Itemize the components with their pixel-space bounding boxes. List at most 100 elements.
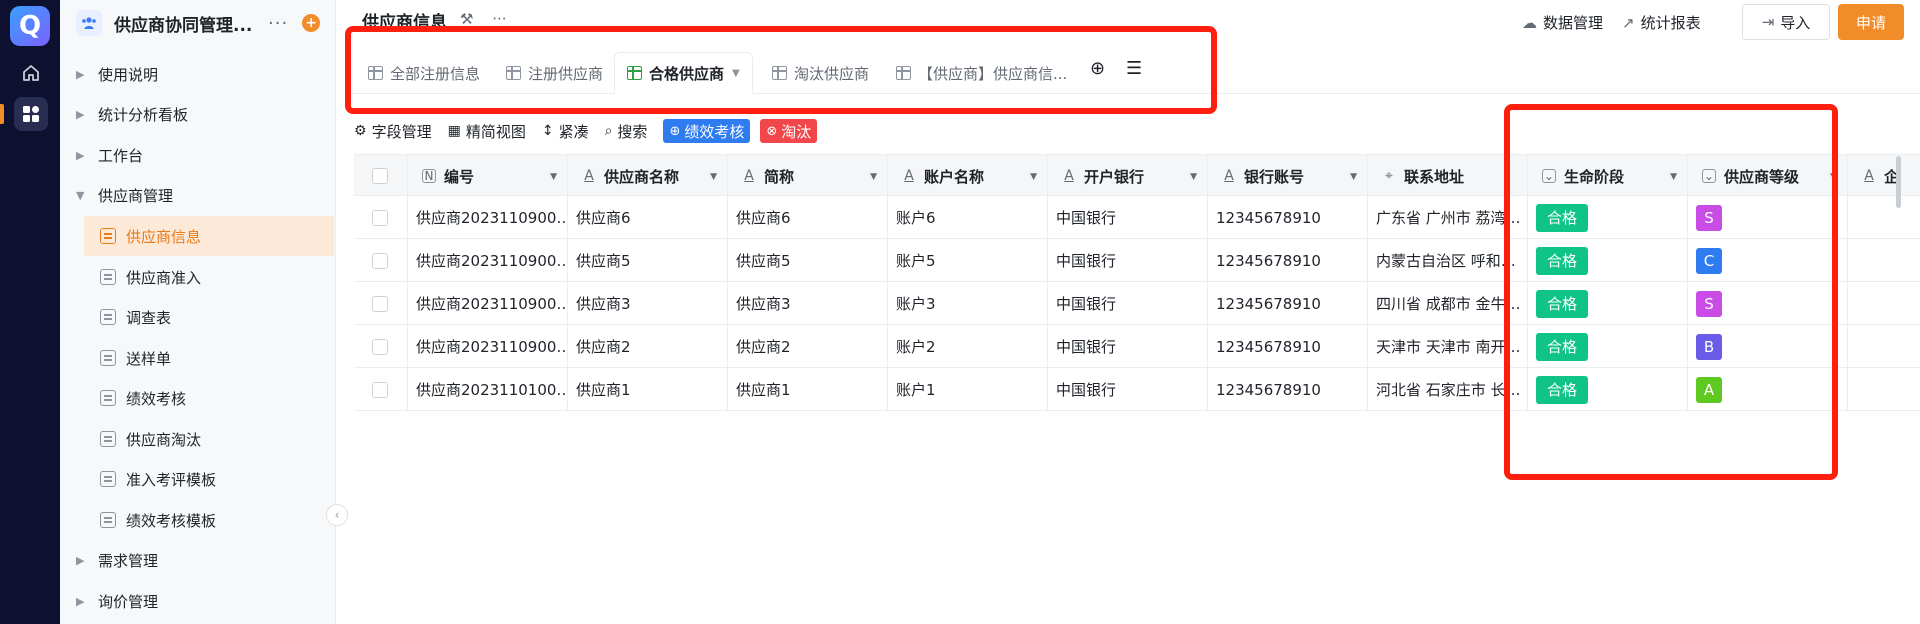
cell-bank[interactable]: 中国银行 — [1048, 239, 1208, 282]
sidebar-item-demand-mgmt[interactable]: ▶ 需求管理 — [76, 544, 324, 576]
select-all-checkbox[interactable] — [372, 168, 388, 184]
caret-down-icon[interactable]: ▼ — [1030, 172, 1037, 182]
cell-address[interactable]: 内蒙古自治区 呼和… — [1368, 239, 1528, 282]
cell-supplier-name[interactable]: 供应商6 — [568, 196, 728, 239]
cell-enterprise[interactable] — [1848, 196, 1920, 239]
cell-bank-account[interactable]: 12345678910 — [1208, 325, 1368, 368]
eliminate-button[interactable]: ⊗ 淘汰 — [760, 119, 818, 143]
chevron-down-icon[interactable]: ▼ — [732, 68, 740, 79]
statistics-report-link[interactable]: ↗ 统计报表 — [1622, 12, 1701, 33]
row-checkbox[interactable] — [372, 295, 388, 312]
search-button[interactable]: ⌕ 搜索 — [605, 121, 648, 142]
cell-supplier-grade[interactable]: S — [1688, 196, 1848, 239]
sidebar-subitem-admission-template[interactable]: 准入考评模板 — [84, 459, 334, 499]
vertical-scrollbar[interactable] — [1896, 156, 1901, 208]
sidebar-item-instructions[interactable]: ▶ 使用说明 — [76, 58, 324, 90]
sidebar-item-supplier-mgmt[interactable]: ▼ 供应商管理 — [76, 179, 324, 211]
column-header-enterprise[interactable]: A 企 — [1848, 155, 1920, 197]
apply-button[interactable]: 申请 — [1838, 4, 1904, 40]
sidebar-item-inquiry-mgmt[interactable]: ▶ 询价管理 — [76, 585, 324, 617]
cell-address[interactable]: 广东省 广州市 荔湾… — [1368, 196, 1528, 239]
column-header-address[interactable]: ⌖ 联系地址 — [1368, 155, 1528, 197]
column-header-supplier-name[interactable]: A 供应商名称 ▼ — [568, 155, 728, 197]
cell-bank-account[interactable]: 12345678910 — [1208, 196, 1368, 239]
cell-enterprise[interactable] — [1848, 368, 1920, 411]
tab-eliminated-suppliers[interactable]: 淘汰供应商 — [760, 52, 881, 94]
caret-down-icon[interactable]: ▼ — [1830, 172, 1837, 182]
sidebar-subitem-supplier-info[interactable]: 供应商信息 — [84, 216, 334, 256]
sidebar-subitem-survey[interactable]: 调查表 — [84, 297, 334, 337]
caret-down-icon[interactable]: ▼ — [550, 172, 557, 182]
cell-address[interactable]: 四川省 成都市 金牛… — [1368, 282, 1528, 325]
cell-bank-account[interactable]: 12345678910 — [1208, 282, 1368, 325]
tab-registered-suppliers[interactable]: 注册供应商 — [494, 52, 615, 94]
tab-qualified-suppliers[interactable]: 合格供应商 ▼ — [614, 52, 753, 94]
cell-id[interactable]: 供应商2023110900… — [408, 325, 568, 368]
cell-supplier-grade[interactable]: C — [1688, 239, 1848, 282]
cell-short-name[interactable]: 供应商3 — [728, 282, 888, 325]
cell-account-name[interactable]: 账户5 — [888, 239, 1048, 282]
sidebar-item-dashboard[interactable]: ▶ 统计分析看板 — [76, 98, 324, 130]
cell-enterprise[interactable] — [1848, 325, 1920, 368]
add-view-icon[interactable]: ⊕ — [1090, 58, 1105, 79]
cell-enterprise[interactable] — [1848, 282, 1920, 325]
table-row[interactable]: 供应商2023110900… 供应商2 供应商2 账户2 中国银行 12345678910… — [354, 325, 1920, 368]
cell-account-name[interactable]: 账户3 — [888, 282, 1048, 325]
cell-supplier-grade[interactable]: S — [1688, 282, 1848, 325]
table-row[interactable]: 供应商2023110900… 供应商5 供应商5 账户5 中国银行 12345678910… — [354, 239, 1920, 282]
column-header-supplier-grade[interactable]: ⌄ 供应商等级 ▼ — [1688, 155, 1848, 197]
cell-account-name[interactable]: 账户2 — [888, 325, 1048, 368]
cell-enterprise[interactable] — [1848, 239, 1920, 282]
cell-supplier-name[interactable]: 供应商2 — [568, 325, 728, 368]
sidebar-subitem-supplier-elimination[interactable]: 供应商淘汰 — [84, 419, 334, 459]
caret-down-icon[interactable]: ▼ — [1350, 172, 1357, 182]
sidebar-subitem-perf-template[interactable]: 绩效考核模板 — [84, 500, 334, 540]
cell-life-stage[interactable]: 合格 — [1528, 325, 1688, 368]
tab-all-registrations[interactable]: 全部注册信息 — [356, 52, 492, 94]
column-header-id[interactable]: N 编号 ▼ — [408, 155, 568, 197]
collapse-sidebar-icon[interactable]: ‹ — [326, 504, 348, 526]
caret-down-icon[interactable]: ▼ — [870, 172, 877, 182]
performance-review-button[interactable]: ⊕ 绩效考核 — [663, 119, 751, 143]
caret-down-icon[interactable]: ▼ — [710, 172, 717, 182]
field-management-button[interactable]: ⚙ 字段管理 — [354, 121, 432, 142]
apps-grid-icon[interactable] — [14, 97, 48, 131]
compact-button[interactable]: ↕ 紧凑 — [542, 121, 589, 142]
cell-account-name[interactable]: 账户6 — [888, 196, 1048, 239]
sidebar-subitem-supplier-admission[interactable]: 供应商准入 — [84, 257, 334, 297]
row-checkbox[interactable] — [372, 381, 388, 398]
cell-life-stage[interactable]: 合格 — [1528, 368, 1688, 411]
import-button[interactable]: ⇥ 导入 — [1742, 4, 1830, 40]
cell-supplier-name[interactable]: 供应商5 — [568, 239, 728, 282]
table-row[interactable]: 供应商2023110900… 供应商6 供应商6 账户6 中国银行 12345678910… — [354, 196, 1920, 239]
cell-bank-account[interactable]: 12345678910 — [1208, 239, 1368, 282]
cell-id[interactable]: 供应商2023110900… — [408, 239, 568, 282]
cell-life-stage[interactable]: 合格 — [1528, 282, 1688, 325]
table-row[interactable]: 供应商2023110100… 供应商1 供应商1 账户1 中国银行 12345678910… — [354, 368, 1920, 411]
cell-short-name[interactable]: 供应商6 — [728, 196, 888, 239]
column-header-account-name[interactable]: A 账户名称 ▼ — [888, 155, 1048, 197]
cell-supplier-grade[interactable]: A — [1688, 368, 1848, 411]
column-header-bank-account[interactable]: A 银行账号 ▼ — [1208, 155, 1368, 197]
cell-address[interactable]: 河北省 石家庄市 长… — [1368, 368, 1528, 411]
cell-bank[interactable]: 中国银行 — [1048, 282, 1208, 325]
column-header-bank[interactable]: A 开户银行 ▼ — [1048, 155, 1208, 197]
cell-supplier-name[interactable]: 供应商1 — [568, 368, 728, 411]
cell-bank-account[interactable]: 12345678910 — [1208, 368, 1368, 411]
cell-address[interactable]: 天津市 天津市 南开… — [1368, 325, 1528, 368]
cell-supplier-grade[interactable]: B — [1688, 325, 1848, 368]
column-header-short-name[interactable]: A 简称 ▼ — [728, 155, 888, 197]
view-list-icon[interactable]: ☰ — [1126, 58, 1142, 79]
tab-supplier-portal-info[interactable]: 【供应商】供应商信... — [884, 52, 1079, 94]
cell-bank[interactable]: 中国银行 — [1048, 368, 1208, 411]
cell-short-name[interactable]: 供应商2 — [728, 325, 888, 368]
table-row[interactable]: 供应商2023110900… 供应商3 供应商3 账户3 中国银行 12345678910… — [354, 282, 1920, 325]
caret-down-icon[interactable]: ▼ — [1670, 172, 1677, 182]
row-checkbox[interactable] — [372, 209, 388, 226]
cell-life-stage[interactable]: 合格 — [1528, 239, 1688, 282]
cell-id[interactable]: 供应商2023110900… — [408, 282, 568, 325]
cell-short-name[interactable]: 供应商1 — [728, 368, 888, 411]
row-checkbox[interactable] — [372, 252, 388, 269]
cell-bank[interactable]: 中国银行 — [1048, 325, 1208, 368]
cell-account-name[interactable]: 账户1 — [888, 368, 1048, 411]
